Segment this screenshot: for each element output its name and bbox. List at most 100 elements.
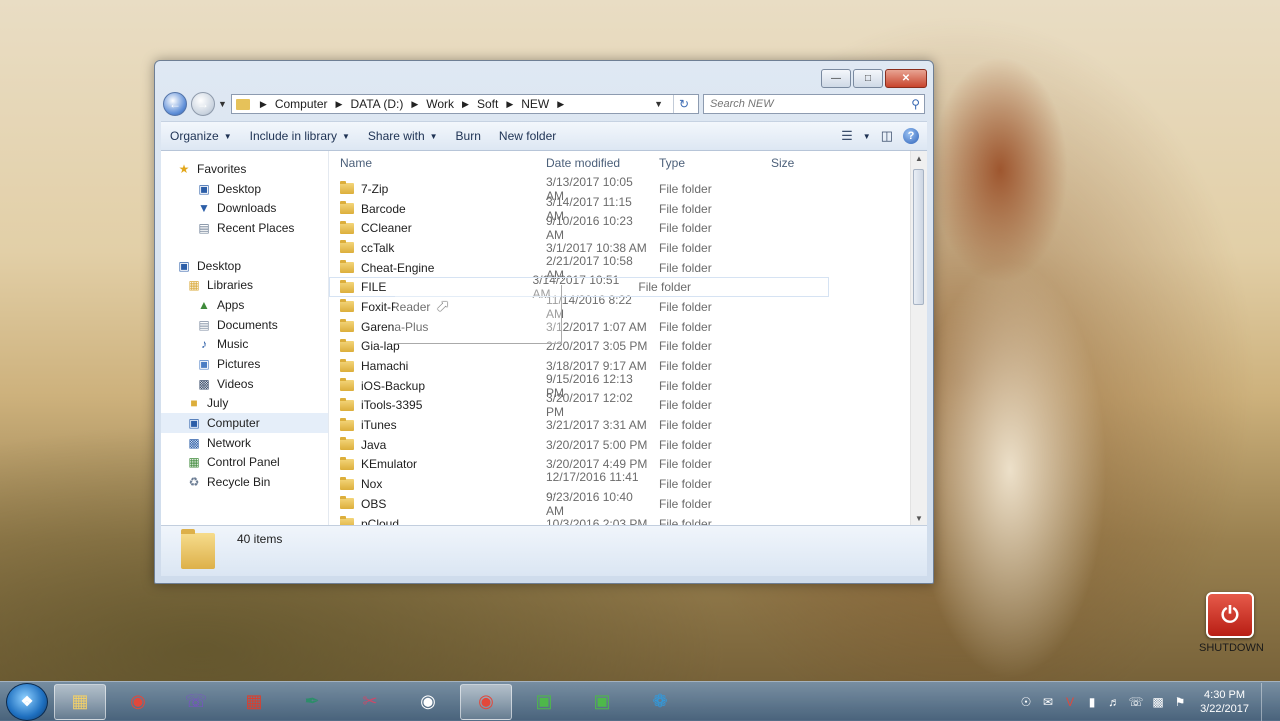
teamviewer-tray-icon[interactable]: ☉	[1018, 695, 1034, 709]
antivirus-tray-icon[interactable]: V	[1062, 695, 1078, 709]
file-row[interactable]: Java 3/20/2017 5:00 PM File folder	[329, 435, 927, 455]
taskbar-chrome-2[interactable]: ◉	[460, 683, 512, 720]
file-row[interactable]: iTunes 3/21/2017 3:31 AM File folder	[329, 415, 927, 435]
help-icon[interactable]: ?	[903, 128, 919, 144]
clock[interactable]: 4:30 PM 3/22/2017	[1200, 688, 1249, 716]
taskbar-pen[interactable]: ✒	[286, 684, 338, 720]
recent-pages-dropdown-icon[interactable]: ▼	[218, 99, 227, 109]
shutdown-shortcut[interactable]: ⏻ SHUTDOWN	[1199, 592, 1264, 654]
change-view-icon[interactable]: ☰	[841, 128, 853, 144]
taskbar-chrome[interactable]: ◉	[112, 684, 164, 720]
chevron-right-icon[interactable]: ▶	[553, 99, 568, 110]
organize-menu[interactable]: Organize ▼	[161, 129, 241, 143]
column-date-modified[interactable]: Date modified	[538, 156, 651, 170]
chevron-right-icon[interactable]: ▶	[256, 99, 271, 110]
chevron-right-icon[interactable]: ▶	[332, 99, 347, 110]
include-in-library-menu[interactable]: Include in library ▼	[241, 129, 359, 143]
viber-tray-icon[interactable]: ☏	[1128, 695, 1144, 709]
refresh-icon[interactable]: ↻	[673, 95, 694, 113]
vertical-scrollbar[interactable]: ▲ ▼	[910, 151, 927, 525]
nav-fav-desktop[interactable]: ▣ Desktop	[161, 179, 328, 199]
forward-button[interactable]: →	[191, 92, 215, 116]
drag-preview	[395, 285, 562, 344]
network-status-tray-icon[interactable]: ▩	[1150, 695, 1166, 709]
file-name-cell: iTunes	[329, 417, 538, 432]
nav-control-panel[interactable]: ▦ Control Panel	[161, 453, 328, 473]
nav-library-videos[interactable]: ▩ Videos	[161, 374, 328, 394]
taskbar-snipping[interactable]: ✂	[344, 684, 396, 720]
folder-icon	[340, 417, 354, 431]
nav-favorites[interactable]: ★ Favorites	[161, 159, 328, 179]
file-name: Gia-lap	[361, 339, 400, 354]
nav-fav-recent-places[interactable]: ▤ Recent Places	[161, 218, 328, 238]
volume-tray-icon[interactable]: ♬	[1106, 695, 1122, 709]
burn-button[interactable]: Burn	[447, 129, 490, 143]
taskbar-eye-app[interactable]: ◉	[402, 684, 454, 720]
navigation-row: ← → ▼ ▶ Computer ▶ DATA (D:) ▶ Work ▶ So…	[163, 91, 925, 117]
nav-fav-downloads[interactable]: ▼ Downloads	[161, 198, 328, 218]
nav-library-apps[interactable]: ▲ Apps	[161, 295, 328, 315]
folder-icon	[340, 338, 354, 352]
chat-tray-icon[interactable]: ✉	[1040, 695, 1056, 709]
folder-icon	[340, 279, 354, 293]
taskbar-network-app[interactable]: ❁	[634, 684, 686, 720]
show-desktop-button[interactable]	[1261, 682, 1274, 721]
breadcrumb-computer[interactable]: Computer	[271, 97, 332, 111]
clock-time: 4:30 PM	[1204, 688, 1246, 701]
nav-library-music[interactable]: ♪ Music	[161, 335, 328, 355]
nav-libraries[interactable]: ▦ Libraries	[161, 275, 328, 295]
chevron-right-icon[interactable]: ▶	[458, 99, 473, 110]
nav-library-documents[interactable]: ▤ Documents	[161, 315, 328, 335]
taskbar-camtasia-2[interactable]: ▣	[576, 684, 628, 720]
chevron-right-icon[interactable]: ▶	[407, 99, 422, 110]
nav-network[interactable]: ▩ Network	[161, 433, 328, 453]
nav-library-pictures[interactable]: ▣ Pictures	[161, 354, 328, 374]
share-with-menu[interactable]: Share with ▼	[359, 129, 447, 143]
file-name-cell: OBS	[329, 496, 538, 511]
taskbar-camtasia[interactable]: ▣	[518, 684, 570, 720]
file-name-cell: Barcode	[329, 201, 538, 216]
file-row[interactable]: OBS 9/23/2016 10:40 AM File folder	[329, 490, 927, 518]
nav-recycle-bin[interactable]: ♻ Recycle Bin	[161, 472, 328, 492]
file-type: File folder	[659, 418, 712, 433]
folder-icon: ▦	[71, 691, 89, 711]
search-input[interactable]	[708, 97, 912, 111]
start-button[interactable]: ❖	[6, 682, 48, 721]
nav-computer[interactable]: ▣ Computer	[161, 413, 328, 433]
nav-july[interactable]: ■ July	[161, 394, 328, 414]
taskbar-explorer[interactable]: ▦	[54, 683, 106, 720]
usb-tray-icon[interactable]: ▮	[1084, 695, 1100, 709]
nav-desktop[interactable]: ▣ Desktop	[161, 256, 328, 276]
breadcrumb-new[interactable]: NEW	[517, 97, 553, 111]
taskbar-viber[interactable]: ☏	[170, 684, 222, 720]
minimize-button[interactable]: —	[821, 69, 851, 88]
new-folder-button[interactable]: New folder	[490, 129, 565, 143]
file-row[interactable]: iTools-3395 3/20/2017 12:02 PM File folder	[329, 391, 927, 419]
back-button[interactable]: ←	[163, 92, 187, 116]
scroll-up-icon[interactable]: ▲	[911, 151, 927, 165]
file-name: Hamachi	[361, 359, 409, 374]
file-row[interactable]: CCleaner 9/10/2016 10:23 AM File folder	[329, 214, 927, 242]
scissors-icon: ✂	[362, 691, 378, 711]
scroll-down-icon[interactable]: ▼	[911, 511, 927, 525]
close-button[interactable]: ✕	[885, 69, 927, 88]
breadcrumb-soft[interactable]: Soft	[473, 97, 502, 111]
search-box[interactable]: ⚲	[703, 94, 925, 114]
breadcrumb-data-drive[interactable]: DATA (D:)	[346, 97, 407, 111]
scroll-thumb[interactable]	[913, 169, 924, 305]
preview-pane-icon[interactable]: ◫	[881, 128, 893, 144]
maximize-button[interactable]: □	[853, 69, 883, 88]
pictures-icon: ▣	[198, 357, 210, 372]
details-pane: 40 items	[161, 525, 927, 576]
column-type[interactable]: Type	[651, 156, 763, 170]
breadcrumb-work[interactable]: Work	[422, 97, 458, 111]
address-dropdown-icon[interactable]: ▼	[654, 99, 663, 109]
view-dropdown-icon[interactable]: ▼	[863, 132, 871, 141]
chevron-right-icon[interactable]: ▶	[502, 99, 517, 110]
column-size[interactable]: Size	[763, 156, 863, 170]
action-center-tray-icon[interactable]: ⚑	[1172, 695, 1188, 709]
taskbar-tools[interactable]: ▦	[228, 684, 280, 720]
address-bar[interactable]: ▶ Computer ▶ DATA (D:) ▶ Work ▶ Soft ▶ N…	[230, 94, 699, 114]
search-icon[interactable]: ⚲	[911, 97, 920, 111]
column-name[interactable]: Name	[329, 156, 538, 170]
